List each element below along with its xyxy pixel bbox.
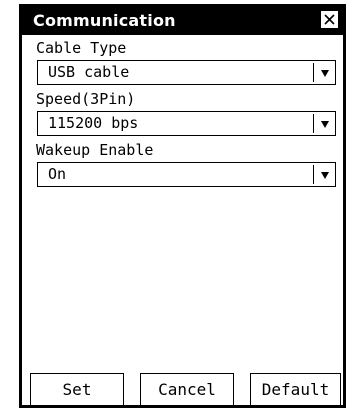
speed-select[interactable]: 115200 bps (37, 111, 336, 136)
dialog-title: Communication (33, 11, 176, 30)
dialog-titlebar: Communication (22, 7, 343, 35)
speed-value: 115200 bps (48, 114, 139, 132)
communication-dialog: Communication Cable Type USB cable Speed… (19, 4, 346, 408)
select-divider (313, 114, 314, 133)
set-button[interactable]: Set (30, 373, 124, 405)
dropdown-arrow-icon[interactable] (320, 171, 330, 180)
select-divider (313, 165, 314, 184)
close-button[interactable] (321, 11, 338, 28)
button-bar: Set Cancel Default (22, 373, 343, 405)
wakeup-enable-value: On (48, 165, 67, 183)
cable-type-select[interactable]: USB cable (37, 60, 336, 85)
cable-type-label: Cable Type (36, 39, 127, 57)
default-button[interactable]: Default (250, 373, 341, 405)
dropdown-arrow-icon[interactable] (320, 120, 330, 129)
cable-type-value: USB cable (48, 63, 130, 81)
close-icon (324, 14, 335, 25)
select-divider (313, 63, 314, 82)
wakeup-enable-label: Wakeup Enable (36, 141, 154, 159)
dropdown-arrow-icon[interactable] (320, 69, 330, 78)
cancel-button[interactable]: Cancel (140, 373, 234, 405)
speed-label: Speed(3Pin) (36, 90, 136, 108)
wakeup-enable-select[interactable]: On (37, 162, 336, 187)
